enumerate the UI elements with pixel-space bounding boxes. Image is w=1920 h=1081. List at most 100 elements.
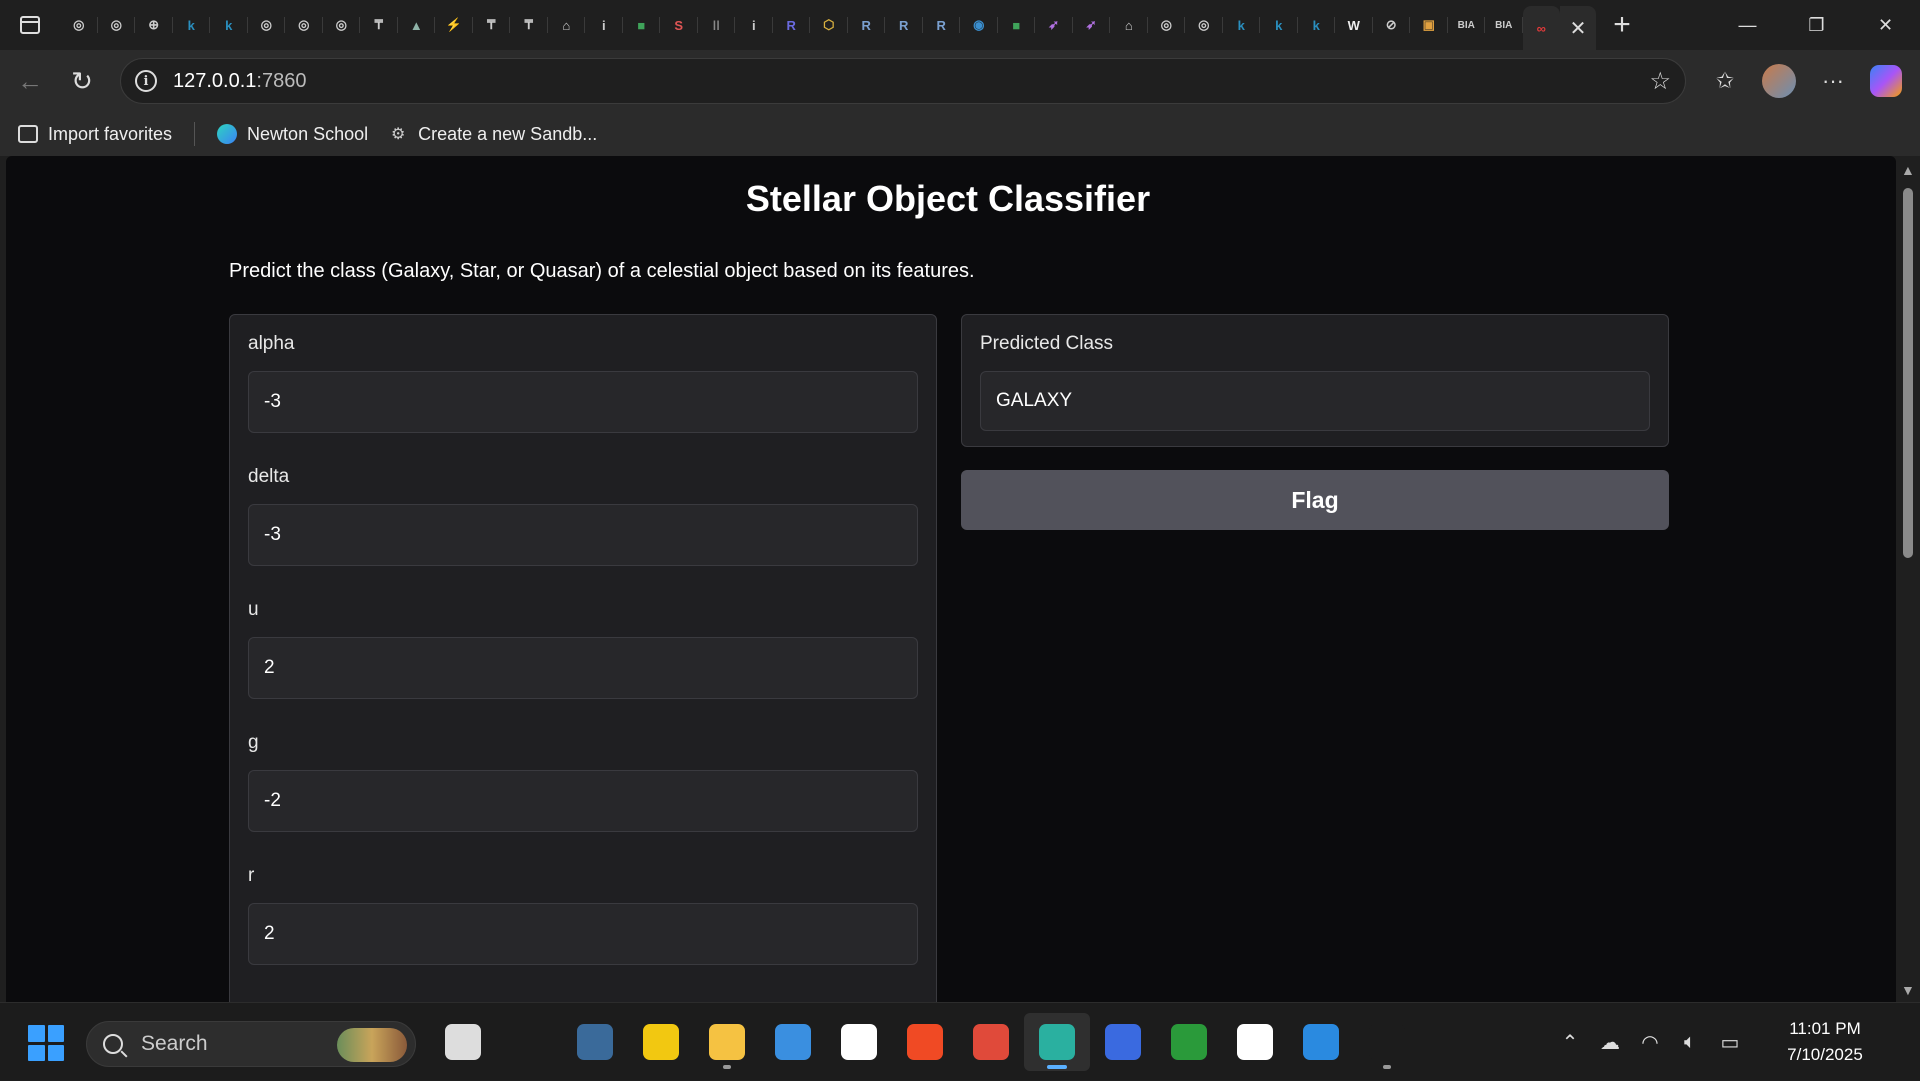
close-window-button[interactable]: ✕ [1851, 0, 1920, 50]
taskbar-app[interactable] [1156, 1013, 1222, 1071]
reload-button[interactable]: ↻ [60, 59, 104, 103]
browser-tab[interactable]: ■ [998, 5, 1036, 45]
browser-tab[interactable]: ⌂ [1110, 5, 1148, 45]
tab-actions-button[interactable] [0, 0, 60, 50]
taskbar-app[interactable] [1090, 1013, 1156, 1071]
taskbar-app[interactable] [1222, 1013, 1288, 1071]
taskbar-app[interactable] [430, 1013, 496, 1071]
browser-tab[interactable]: ₸ [510, 5, 548, 45]
delta-input[interactable] [248, 504, 918, 566]
browser-tab[interactable]: ⊕ [135, 5, 173, 45]
browser-tab[interactable]: i [735, 5, 773, 45]
jupyter-icon [1435, 1024, 1471, 1060]
clock[interactable]: 11:01 PM 7/10/2025 [1760, 1016, 1890, 1068]
taskbar-app[interactable] [562, 1013, 628, 1071]
taskbar-app[interactable] [892, 1013, 958, 1071]
browser-tab[interactable]: ▣ [1410, 5, 1448, 45]
k-letter-icon: k [1237, 17, 1245, 33]
browser-tab[interactable]: S [660, 5, 698, 45]
star-icon[interactable]: ☆ [1649, 67, 1671, 96]
scroll-down-icon[interactable]: ▼ [1901, 982, 1915, 998]
browser-tab[interactable]: k [210, 5, 248, 45]
browser-tab[interactable]: ⚡ [435, 5, 473, 45]
taskbar-app[interactable] [1420, 1013, 1486, 1071]
browser-tab[interactable]: k [173, 5, 211, 45]
browser-tab[interactable]: i [585, 5, 623, 45]
taskbar-app[interactable] [826, 1013, 892, 1071]
taskbar-app[interactable] [1024, 1013, 1090, 1071]
taskbar-app[interactable] [760, 1013, 826, 1071]
mountain-icon: ▲ [409, 17, 423, 33]
taskbar-app[interactable] [694, 1013, 760, 1071]
browser-tab[interactable]: ǀǀ [698, 5, 736, 45]
new-tab-button[interactable]: + [1600, 3, 1644, 47]
taskbar-search[interactable]: Search [86, 1021, 416, 1067]
scrollbar-thumb[interactable] [1903, 188, 1913, 558]
g-input[interactable] [248, 770, 918, 832]
browser-tab[interactable]: BIA [1448, 5, 1486, 45]
browser-tab[interactable]: ◎ [285, 5, 323, 45]
bolt-icon: ⚡ [445, 17, 462, 32]
browser-tab[interactable]: ₸ [360, 5, 398, 45]
windows-start-icon[interactable] [28, 1025, 64, 1061]
site-info-icon[interactable]: i [135, 70, 157, 92]
browser-tab[interactable]: ◎ [1148, 5, 1186, 45]
browser-tab[interactable]: k [1223, 5, 1261, 45]
wifi-icon[interactable]: ◠ [1630, 1022, 1670, 1062]
browser-tab[interactable]: ◎ [1185, 5, 1223, 45]
browser-tab[interactable]: ⌂ [548, 5, 586, 45]
more-button[interactable]: ··· [1806, 59, 1860, 103]
u-input[interactable] [248, 637, 918, 699]
browser-tab[interactable]: R [773, 5, 811, 45]
r-input[interactable] [248, 903, 918, 965]
favorites-bar: Import favorites Newton School ⚙ Create … [0, 112, 1920, 156]
taskbar-app[interactable] [628, 1013, 694, 1071]
browser-tab[interactable]: ◎ [248, 5, 286, 45]
running-indicator [1383, 1065, 1391, 1069]
page-scrollbar[interactable]: ▲ ▼ [1896, 156, 1920, 1002]
browser-tab[interactable]: ■ [623, 5, 661, 45]
onedrive-icon[interactable]: ☁ [1590, 1022, 1630, 1062]
taskbar-app[interactable] [1354, 1013, 1420, 1071]
predicted-class-output[interactable]: GALAXY [980, 371, 1650, 431]
favorites-button[interactable]: ✩ [1698, 59, 1752, 103]
taskbar-app[interactable] [1288, 1013, 1354, 1071]
battery-icon[interactable]: ▭ [1710, 1022, 1750, 1062]
avatar[interactable] [1762, 64, 1796, 98]
browser-tab[interactable]: R [848, 5, 886, 45]
minimize-button[interactable]: — [1713, 0, 1782, 50]
flag-button[interactable]: Flag [961, 470, 1669, 530]
browser-tab[interactable]: ◉ [960, 5, 998, 45]
chevron-up-icon[interactable]: ⌃ [1550, 1022, 1590, 1062]
browser-tab[interactable]: BIA [1485, 5, 1523, 45]
favorite-import[interactable]: Import favorites [8, 116, 182, 152]
volume-icon[interactable]: 🔈︎ [1670, 1022, 1710, 1062]
browser-tab[interactable]: ∞ [1522, 6, 1560, 50]
browser-tab[interactable]: ➶ [1073, 5, 1111, 45]
browser-tab[interactable]: ◎ [98, 5, 136, 45]
browser-tab[interactable]: k [1298, 5, 1336, 45]
browser-tab[interactable]: ₸ [473, 5, 511, 45]
scroll-up-icon[interactable]: ▲ [1901, 162, 1915, 178]
taskbar-app[interactable] [958, 1013, 1024, 1071]
address-bar[interactable]: i 127.0.0.1:7860 ☆ [120, 58, 1686, 104]
browser-tab[interactable]: ▲ [398, 5, 436, 45]
taskbar-app[interactable] [496, 1013, 562, 1071]
browser-tab[interactable]: ⊘ [1373, 5, 1411, 45]
favorite-sandbox[interactable]: ⚙ Create a new Sandb... [378, 116, 607, 152]
browser-tab[interactable]: ◎ [323, 5, 361, 45]
url-text[interactable]: 127.0.0.1:7860 [173, 70, 306, 93]
browser-tab[interactable]: R [923, 5, 961, 45]
browser-tab[interactable]: k [1260, 5, 1298, 45]
copilot-icon[interactable] [1870, 65, 1902, 97]
browser-tab[interactable]: ◎ [60, 5, 98, 45]
browser-tab[interactable]: ⬡ [810, 5, 848, 45]
browser-tab[interactable]: R [885, 5, 923, 45]
close-tab-button[interactable]: ✕ [1560, 6, 1596, 50]
restore-button[interactable]: ❐ [1782, 0, 1851, 50]
back-button[interactable]: ← [8, 59, 52, 103]
alpha-input[interactable] [248, 371, 918, 433]
browser-tab[interactable]: ➶ [1035, 5, 1073, 45]
favorite-newton-school[interactable]: Newton School [207, 116, 378, 152]
browser-tab[interactable]: W [1335, 5, 1373, 45]
